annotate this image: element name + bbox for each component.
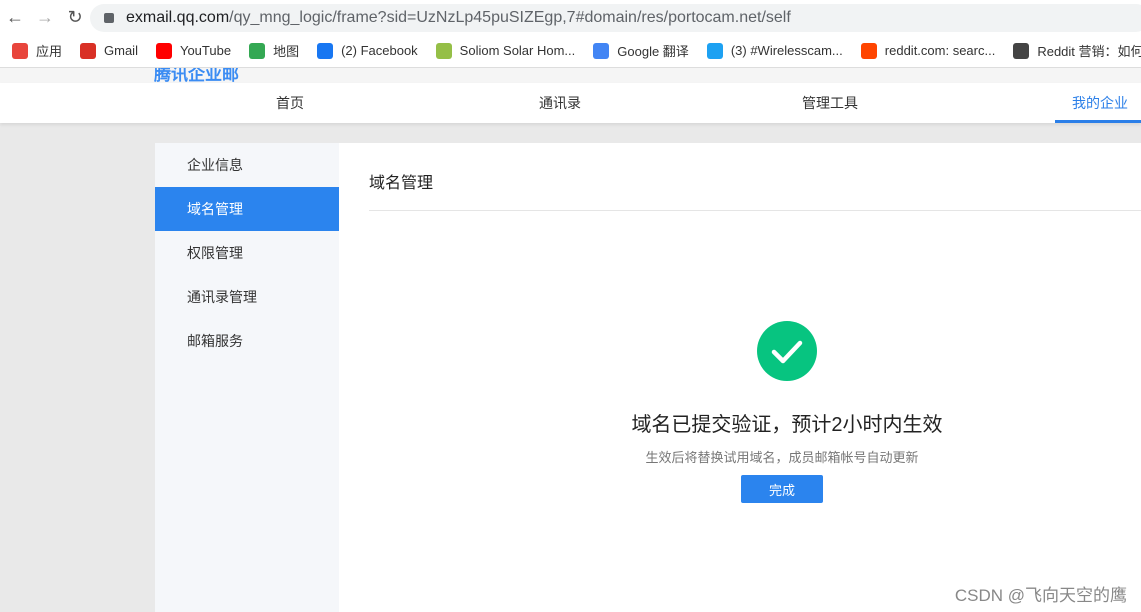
bookmark-label: (3) #Wirelesscam...	[730, 43, 843, 58]
bookmark-label: Reddit 营销：如何...	[1037, 44, 1141, 59]
reload-icon[interactable]: ↻	[60, 7, 90, 28]
bookmark-label: Gmail	[104, 43, 138, 58]
bookmark-icon	[860, 42, 877, 59]
tab-my-company[interactable]: 我的企业	[1055, 83, 1141, 123]
url-host: exmail.qq.com	[126, 9, 230, 26]
logo: 腾讯企业邮	[154, 68, 239, 83]
bookmark-label: Soliom Solar Hom...	[459, 43, 576, 58]
page-title: 域名管理	[369, 175, 434, 192]
bookmark-item[interactable]: Reddit 营销：如何...	[1013, 41, 1141, 60]
bookmarks-bar: 应用 Gmail YouTube 地图 (2) Facebook Soliom Solar…	[0, 34, 1141, 68]
main-panel: 域名管理 域名已提交验证，预计2小时内生效 生效后将替换试用域名，成员邮箱帐号自…	[339, 143, 1141, 612]
bookmark-item[interactable]: 应用	[12, 41, 62, 60]
browser-toolbar: ← → ↻ exmail.qq.com/qy_mng_logic/frame?s…	[0, 0, 1141, 34]
success-submessage: 生效后将替换试用域名，成员邮箱帐号自动更新	[645, 450, 919, 465]
success-check-icon	[757, 321, 817, 381]
address-bar[interactable]: exmail.qq.com/qy_mng_logic/frame?sid=UzN…	[90, 4, 1141, 32]
bookmark-item[interactable]: (2) Facebook	[317, 42, 418, 59]
bookmark-icon	[80, 42, 97, 59]
bookmark-label: YouTube	[179, 43, 232, 58]
bookmark-label: (2) Facebook	[341, 43, 418, 58]
watermark: CSDN @飞向天空的鹰	[954, 586, 1127, 605]
bookmark-label: 地图	[273, 44, 300, 59]
success-message: 域名已提交验证，预计2小时内生效	[631, 414, 943, 436]
tab-home[interactable]: 首页	[240, 83, 340, 123]
bookmark-icon	[155, 42, 172, 59]
bookmark-icon	[593, 42, 610, 59]
tab-contacts[interactable]: 通讯录	[510, 83, 610, 123]
done-button[interactable]: 完成	[741, 475, 823, 503]
divider	[369, 210, 1141, 211]
bookmark-icon	[12, 42, 28, 59]
bookmark-icon	[1013, 42, 1030, 59]
sidebar-item-permissions[interactable]: 权限管理	[155, 231, 339, 275]
bookmark-item[interactable]: YouTube	[155, 42, 232, 59]
sidebar: 企业信息 域名管理 权限管理 通讯录管理 邮箱服务	[155, 143, 339, 612]
back-icon[interactable]: ←	[0, 7, 30, 28]
bookmark-item[interactable]: Google 翻译	[593, 41, 689, 60]
bookmark-label: Google 翻译	[617, 44, 689, 59]
tab-admin-tools[interactable]: 管理工具	[780, 83, 880, 123]
logo-strip: 腾讯企业邮	[0, 68, 1141, 83]
bookmark-icon	[435, 42, 452, 59]
url-path: /qy_mng_logic/frame?sid=UzNzLp45puSIZEgp…	[229, 9, 791, 26]
bookmark-item[interactable]: (3) #Wirelesscam...	[706, 42, 843, 59]
bookmark-icon	[249, 42, 266, 59]
bookmark-item[interactable]: 地图	[249, 41, 299, 60]
bookmark-icon	[706, 42, 723, 59]
top-nav: 首页 通讯录 管理工具 我的企业	[0, 83, 1141, 123]
bookmark-icon	[317, 42, 334, 59]
bookmark-label: reddit.com: searc...	[884, 43, 996, 58]
sidebar-item-domain[interactable]: 域名管理	[155, 187, 339, 231]
bookmark-item[interactable]: Gmail	[80, 42, 138, 59]
sidebar-item-company-info[interactable]: 企业信息	[155, 143, 339, 187]
sidebar-item-contacts-mgmt[interactable]: 通讯录管理	[155, 275, 339, 319]
sidebar-item-mail-service[interactable]: 邮箱服务	[155, 319, 339, 363]
lock-icon	[104, 13, 114, 23]
bookmark-label: 应用	[36, 44, 63, 59]
bookmark-item[interactable]: reddit.com: searc...	[860, 42, 996, 59]
forward-icon[interactable]: →	[30, 7, 60, 28]
bookmark-item[interactable]: Soliom Solar Hom...	[435, 42, 576, 59]
